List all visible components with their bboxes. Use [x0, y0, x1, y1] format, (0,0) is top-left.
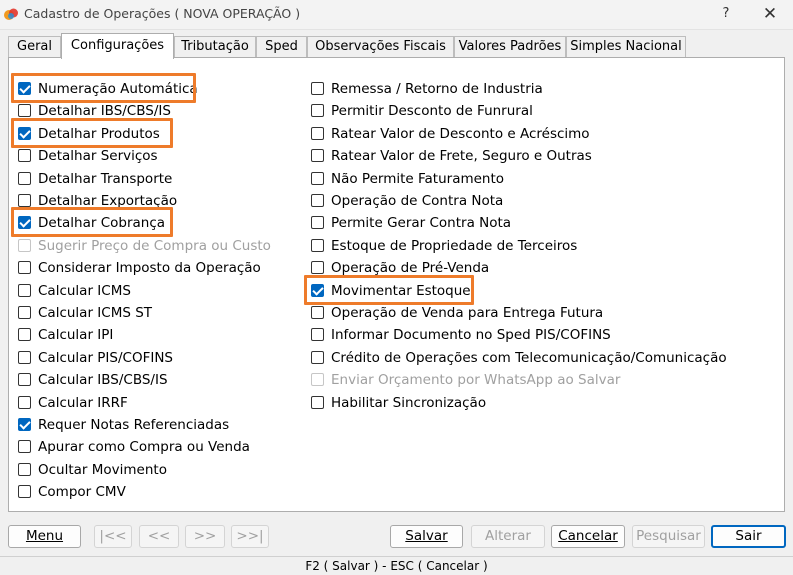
app-logo-icon [4, 8, 18, 20]
tab-simples-nacional[interactable]: Simples Nacional [566, 36, 686, 58]
next-record-button[interactable]: >> [185, 525, 225, 548]
checkbox[interactable] [18, 216, 31, 229]
option-label: Enviar Orçamento por WhatsApp ao Salvar [331, 372, 621, 388]
checkbox[interactable] [311, 172, 324, 185]
option-label: Estoque de Propriedade de Terceiros [331, 238, 578, 254]
checkbox[interactable] [311, 284, 324, 297]
option-label: Detalhar IBS/CBS/IS [38, 103, 171, 119]
option-label: Calcular PIS/COFINS [38, 350, 173, 366]
tab-configuracoes[interactable]: Configurações [61, 33, 174, 59]
help-button[interactable]: ? [712, 3, 740, 25]
checkbox[interactable] [311, 104, 324, 117]
checkbox[interactable] [18, 172, 31, 185]
checkbox[interactable] [311, 306, 324, 319]
checkbox[interactable] [311, 82, 324, 95]
checkbox[interactable] [311, 261, 324, 274]
option-label: Ratear Valor de Desconto e Acréscimo [331, 126, 590, 142]
option-label: Informar Documento no Sped PIS/COFINS [331, 327, 611, 343]
option-label: Considerar Imposto da Operação [38, 260, 261, 276]
last-record-button[interactable]: >>| [231, 525, 269, 548]
option-label: Calcular IRRF [38, 395, 128, 411]
menu-button[interactable]: Menu [8, 525, 81, 548]
option-label: Calcular ICMS [38, 283, 131, 299]
option-label: Calcular IBS/CBS/IS [38, 372, 168, 388]
option-label: Crédito de Operações com Telecomunicação… [331, 350, 727, 366]
tab-tributacao[interactable]: Tributação [174, 36, 256, 58]
option-label: Remessa / Retorno de Industria [331, 81, 543, 97]
option-label: Permitir Desconto de Funrural [331, 103, 533, 119]
search-button[interactable]: Pesquisar [632, 525, 705, 548]
checkbox[interactable] [18, 328, 31, 341]
option-label: Não Permite Faturamento [331, 171, 505, 187]
checkbox[interactable] [311, 396, 324, 409]
checkbox[interactable] [311, 216, 324, 229]
checkbox[interactable] [18, 418, 31, 431]
checkbox[interactable] [311, 351, 324, 364]
tab-sped[interactable]: Sped [256, 36, 307, 58]
option-label: Movimentar Estoque [331, 283, 471, 299]
exit-button[interactable]: Sair [711, 525, 786, 548]
edit-button[interactable]: Alterar [471, 525, 545, 548]
option-label: Calcular ICMS ST [38, 305, 153, 321]
checkbox[interactable] [311, 127, 324, 140]
checkbox[interactable] [18, 104, 31, 117]
checkbox[interactable] [18, 82, 31, 95]
option-label: Detalhar Cobrança [38, 215, 166, 231]
cancel-button[interactable]: Cancelar [551, 525, 625, 548]
first-record-button[interactable]: |<< [94, 525, 132, 548]
option-label: Detalhar Transporte [38, 171, 173, 187]
checkbox[interactable] [18, 127, 31, 140]
option-label: Ratear Valor de Frete, Seguro e Outras [331, 148, 592, 164]
option-label: Operação de Contra Nota [331, 193, 504, 209]
option-label: Operação de Pré-Venda [331, 260, 490, 276]
title-bar: Cadastro de Operações ( NOVA OPERAÇÃO ) … [0, 0, 793, 30]
option-label: Requer Notas Referenciadas [38, 417, 230, 433]
window-title: Cadastro de Operações ( NOVA OPERAÇÃO ) [24, 6, 301, 21]
option-label: Numeração Automática [38, 81, 198, 97]
option-label: Calcular IPI [38, 327, 114, 343]
checkbox[interactable] [18, 351, 31, 364]
checkbox [311, 373, 324, 386]
option-label: Habilitar Sincronização [331, 395, 487, 411]
option-label: Detalhar Exportação [38, 193, 178, 209]
tab-geral[interactable]: Geral [8, 36, 61, 58]
option-label: Detalhar Produtos [38, 126, 160, 142]
checkbox[interactable] [18, 194, 31, 207]
checkbox[interactable] [311, 328, 324, 341]
previous-record-button[interactable]: << [139, 525, 179, 548]
option-label: Ocultar Movimento [38, 462, 167, 478]
status-bar: F2 ( Salvar ) - ESC ( Cancelar ) [0, 556, 793, 574]
checkbox[interactable] [18, 485, 31, 498]
checkbox[interactable] [311, 239, 324, 252]
option-label: Compor CMV [38, 484, 126, 500]
checkbox[interactable] [18, 306, 31, 319]
checkbox[interactable] [18, 373, 31, 386]
tab-observacoes-fiscais[interactable]: Observações Fiscais [307, 36, 454, 58]
option-label: Detalhar Serviços [38, 148, 158, 164]
save-button[interactable]: Salvar [390, 525, 463, 548]
option-label: Sugerir Preço de Compra ou Custo [38, 238, 271, 254]
close-button[interactable]: ✕ [756, 3, 784, 25]
checkbox[interactable] [18, 440, 31, 453]
option-label: Permite Gerar Contra Nota [331, 215, 512, 231]
checkbox[interactable] [18, 284, 31, 297]
checkbox[interactable] [311, 194, 324, 207]
checkbox[interactable] [18, 463, 31, 476]
checkbox [18, 239, 31, 252]
checkbox[interactable] [18, 396, 31, 409]
checkbox[interactable] [18, 149, 31, 162]
checkbox[interactable] [18, 261, 31, 274]
checkbox[interactable] [311, 149, 324, 162]
option-label: Operação de Venda para Entrega Futura [331, 305, 604, 321]
tab-valores-padroes[interactable]: Valores Padrões [454, 36, 566, 58]
option-label: Apurar como Compra ou Venda [38, 439, 250, 455]
